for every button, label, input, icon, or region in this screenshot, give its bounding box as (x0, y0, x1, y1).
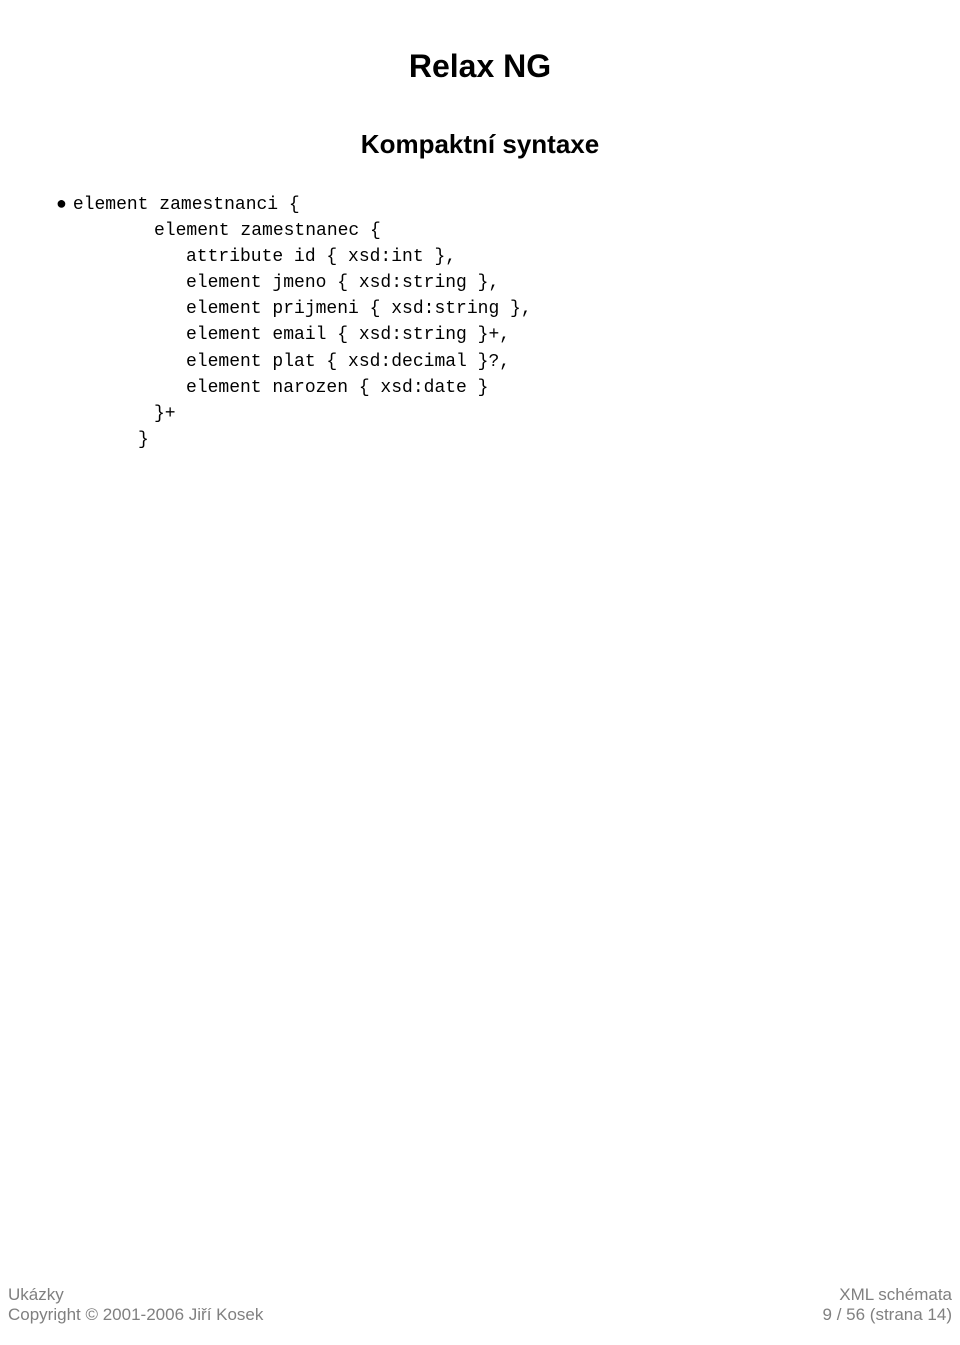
footer: Ukázky Copyright © 2001-2006 Jiří Kosek … (0, 1285, 960, 1325)
code-line: element plat { xsd:decimal }?, (56, 349, 960, 375)
code-line: element zamestnanec { (56, 218, 960, 244)
footer-doc-title: XML schémata (823, 1285, 952, 1305)
footer-right: XML schémata 9 / 56 (strana 14) (823, 1285, 952, 1325)
code-line: ● element zamestnanci { (56, 190, 960, 218)
footer-section-label: Ukázky (8, 1285, 263, 1305)
code-line: element narozen { xsd:date } (56, 375, 960, 401)
page-subtitle: Kompaktní syntaxe (0, 85, 960, 160)
code-line: }+ (56, 401, 960, 427)
code-line: element jmeno { xsd:string }, (56, 270, 960, 296)
content-area: ● element zamestnanci { element zamestnan… (0, 160, 960, 453)
code-line: element prijmeni { xsd:string }, (56, 296, 960, 322)
code-line: attribute id { xsd:int }, (56, 244, 960, 270)
bullet-icon: ● (56, 190, 67, 216)
footer-page-number: 9 / 56 (strana 14) (823, 1305, 952, 1325)
code-line: element email { xsd:string }+, (56, 322, 960, 348)
code-line: } (56, 427, 960, 453)
page-title: Relax NG (0, 0, 960, 85)
footer-copyright: Copyright © 2001-2006 Jiří Kosek (8, 1305, 263, 1325)
footer-left: Ukázky Copyright © 2001-2006 Jiří Kosek (8, 1285, 263, 1325)
code-text: element zamestnanci { (73, 195, 300, 215)
